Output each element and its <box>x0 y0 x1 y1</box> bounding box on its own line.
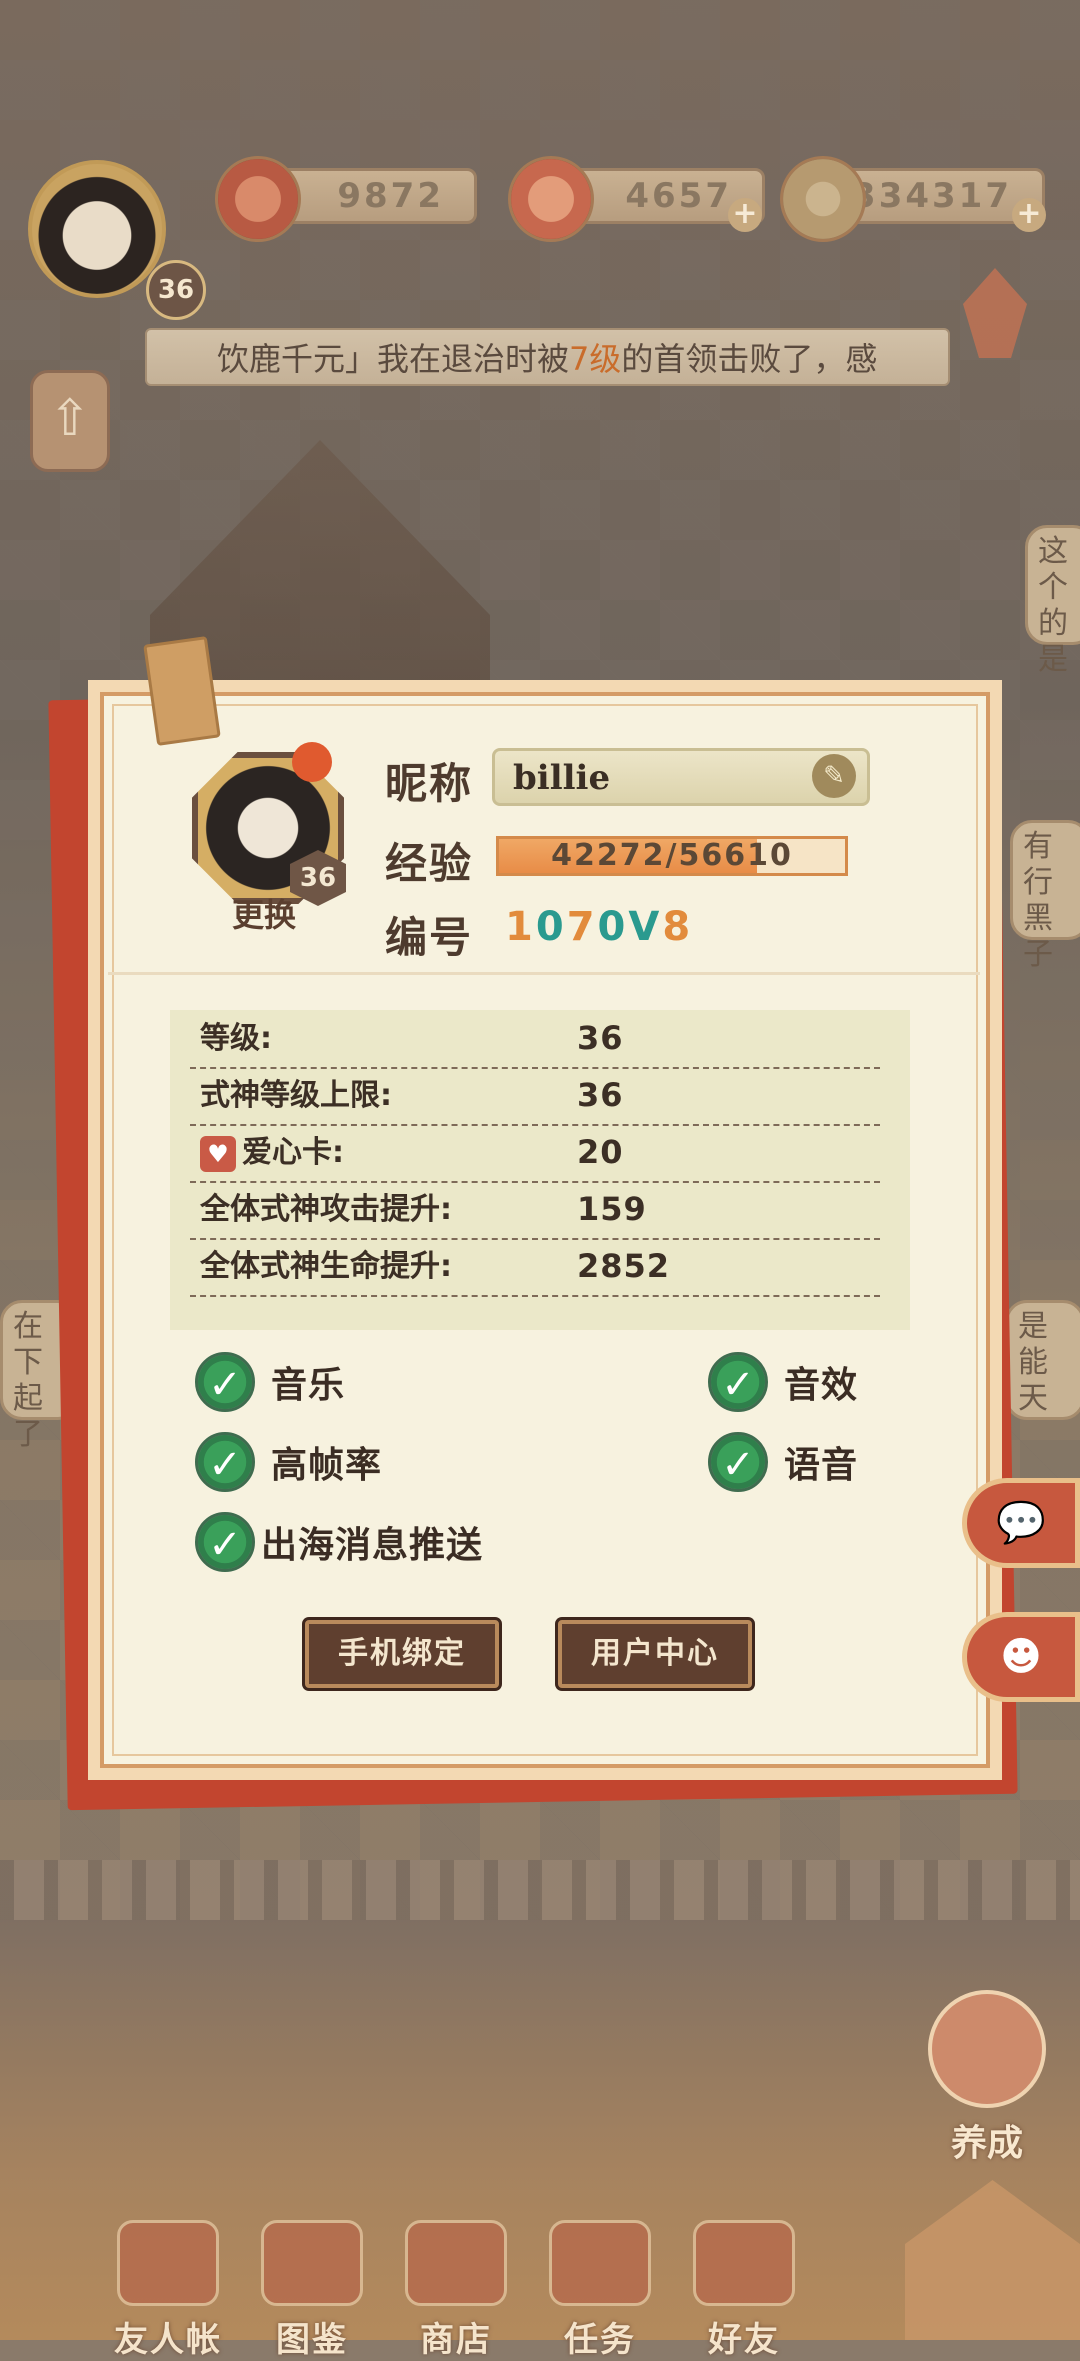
option-voice[interactable]: ✓ 语音 <box>708 1432 858 1492</box>
option-sfx[interactable]: ✓ 音效 <box>708 1352 858 1412</box>
high-fps-checkbox-icon[interactable]: ✓ <box>195 1432 255 1492</box>
shop-cat-icon <box>405 2220 507 2306</box>
stat-value: 36 <box>577 1019 624 1057</box>
player-id-char: 7 <box>566 904 598 950</box>
nickname-label: 昵称 <box>385 759 474 808</box>
music-checkbox-icon[interactable]: ✓ <box>195 1352 255 1412</box>
ticker-prefix: 饮鹿千元」我在退治时被 <box>217 340 570 378</box>
player-id-char: 1 <box>505 904 536 950</box>
stat-row-level: 等级: 36 <box>190 1010 880 1069</box>
friend-book-icon <box>117 2220 219 2306</box>
stat-value: 159 <box>577 1190 647 1228</box>
music-label: 音乐 <box>271 1365 346 1406</box>
stat-key: 爱心卡: <box>242 1135 344 1170</box>
nav-label: 好友 <box>708 2320 780 2360</box>
hud-avatar-image <box>28 160 166 298</box>
push-checkbox-icon[interactable]: ✓ <box>195 1512 255 1572</box>
voice-label: 语音 <box>784 1445 859 1486</box>
tasks-scroll-icon <box>549 2220 651 2306</box>
ticker-suffix: 的首领击败了，感 <box>621 340 878 378</box>
ticker-highlight: 7级 <box>569 340 622 378</box>
change-avatar-button[interactable]: 更换 <box>228 890 300 934</box>
stat-value: 36 <box>577 1076 624 1114</box>
stat-key: 等级: <box>200 1021 272 1056</box>
stamina-icon <box>508 156 594 242</box>
nurture-icon <box>928 1990 1046 2108</box>
option-music[interactable]: ✓ 音乐 <box>195 1352 345 1412</box>
exp-label: 经验 <box>385 839 474 888</box>
panel-divider <box>108 972 980 975</box>
option-push[interactable]: ✓ 出海消息推送 <box>195 1512 483 1572</box>
player-id-char: 0 <box>597 904 629 950</box>
hud-level-badge: 36 <box>146 260 206 320</box>
id-label: 编号 <box>385 913 474 962</box>
nav-label: 商店 <box>420 2320 492 2360</box>
bottom-nav: 友人帐 图鉴 商店 任务 好友 <box>0 2140 1080 2360</box>
nav-label: 友人帐 <box>114 2320 222 2360</box>
stat-value: 20 <box>577 1133 624 1171</box>
heart-card-icon: ♥ <box>200 1135 236 1172</box>
stat-row-attack: 全体式神攻击提升: 159 <box>190 1181 880 1240</box>
background-fence <box>0 1860 1080 1920</box>
side-bubble-right-low: 是能天 <box>1005 1300 1080 1420</box>
push-label: 出海消息推送 <box>261 1525 484 1566</box>
voice-checkbox-icon[interactable]: ✓ <box>708 1432 768 1492</box>
coin-icon <box>780 156 866 242</box>
plum-flower-icon <box>215 156 301 242</box>
stat-row-shikigami-cap: 式神等级上限: 36 <box>190 1067 880 1126</box>
exp-progress-text: 42272/56610 <box>551 838 793 873</box>
nav-label: 任务 <box>564 2320 636 2360</box>
nav-label: 图鉴 <box>276 2320 348 2360</box>
stat-key: 全体式神攻击提升: <box>200 1192 452 1227</box>
sfx-label: 音效 <box>784 1365 859 1406</box>
stat-value: 2852 <box>577 1247 671 1285</box>
exp-progress-bar: 42272/56610 <box>496 836 848 876</box>
player-id-char: 8 <box>662 904 694 950</box>
side-bubble-right-mid: 有行黑子 <box>1010 820 1080 972</box>
player-id-char: 0 <box>535 904 567 950</box>
stat-key: 式神等级上限: <box>200 1078 392 1113</box>
stats-table: 等级: 36 式神等级上限: 36 ♥ 爱心卡: 20 全体式神攻击提升: 159… <box>170 1010 910 1330</box>
news-ticker: 饮鹿千元」我在退治时被7级的首领击败了，感 <box>145 328 950 386</box>
stat-row-heart-card: ♥ 爱心卡: 20 <box>190 1124 880 1183</box>
user-center-button[interactable]: 用户中心 <box>558 1620 752 1688</box>
option-high-fps[interactable]: ✓ 高帧率 <box>195 1432 382 1492</box>
collection-eye-icon <box>261 2220 363 2306</box>
stat-key-heart: ♥ 爱心卡: <box>200 1124 344 1181</box>
add-gold-button[interactable]: + <box>1012 198 1046 232</box>
sun-emblem-icon <box>292 742 332 782</box>
friends-icon <box>693 2220 795 2306</box>
chat-bubble-icon[interactable]: 💬 <box>962 1478 1080 1568</box>
stat-key: 全体式神生命提升: <box>200 1249 452 1284</box>
player-id-char: V <box>628 904 663 950</box>
edit-brush-icon[interactable]: ✎ <box>812 754 856 798</box>
bind-phone-button[interactable]: 手机绑定 <box>305 1620 499 1688</box>
player-id: 1070V8 <box>505 904 693 950</box>
side-bubble-right-top: 这个的是 <box>1025 525 1080 677</box>
add-stamina-button[interactable]: + <box>728 198 762 232</box>
hud-player-avatar[interactable]: 36 <box>8 150 218 320</box>
sfx-checkbox-icon[interactable]: ✓ <box>708 1352 768 1412</box>
high-fps-label: 高帧率 <box>271 1445 383 1486</box>
stat-row-hp: 全体式神生命提升: 2852 <box>190 1238 880 1297</box>
upgrade-lantern-icon[interactable]: ⇧ <box>30 370 110 472</box>
character-shortcut-icon[interactable]: ☻ <box>962 1612 1080 1702</box>
